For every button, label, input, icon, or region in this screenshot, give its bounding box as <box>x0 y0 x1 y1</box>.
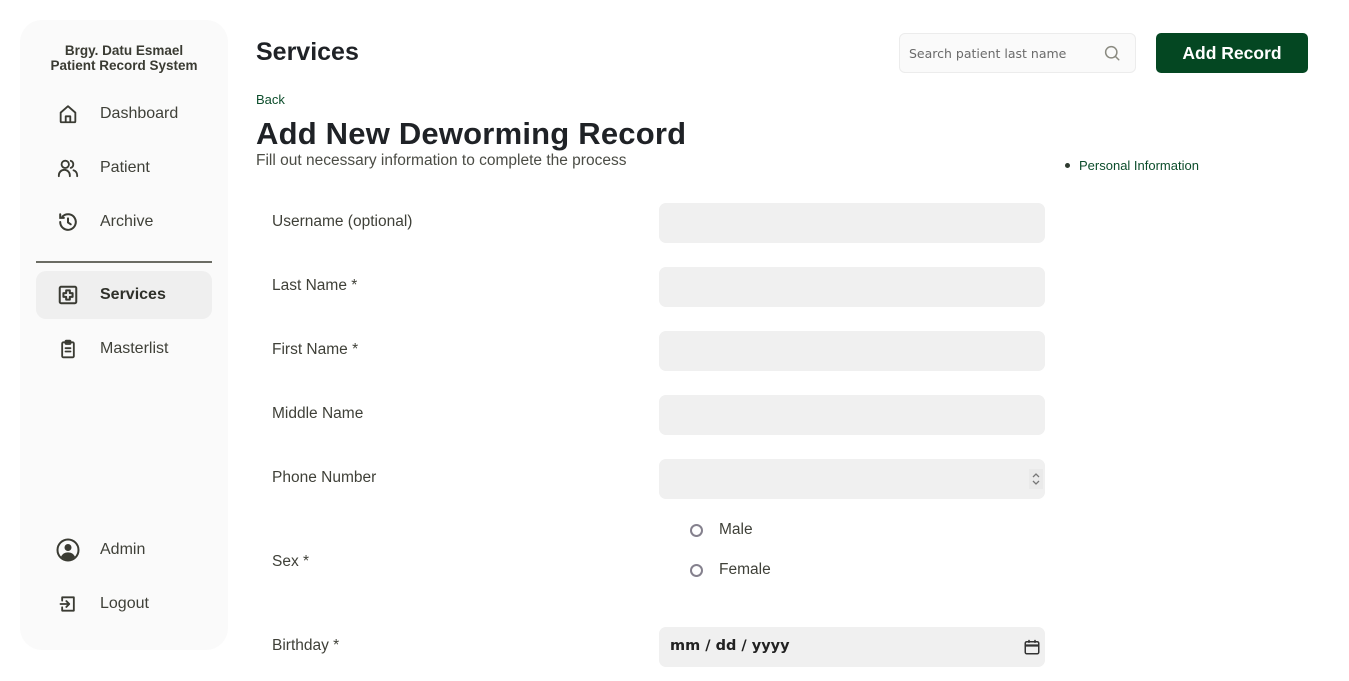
username-label: Username (optional) <box>272 213 413 230</box>
radio-label-male: Male <box>719 521 753 538</box>
number-spinner[interactable] <box>1029 469 1043 489</box>
sidebar-item-label: Services <box>100 286 166 303</box>
sex-option-male[interactable]: Male <box>690 521 753 539</box>
sidebar-item-patient[interactable]: Patient <box>36 144 212 192</box>
middle-name-input[interactable] <box>659 395 1045 435</box>
medical-plus-icon <box>56 283 80 307</box>
phone-number-label: Phone Number <box>272 469 377 486</box>
sidebar-item-label: Masterlist <box>100 340 169 357</box>
logout-icon <box>56 592 80 616</box>
last-name-label: Last Name * <box>272 277 358 294</box>
sidebar-item-label: Logout <box>100 595 149 612</box>
home-icon <box>56 102 80 126</box>
first-name-input[interactable] <box>659 331 1045 371</box>
page-title: Services <box>256 38 359 66</box>
sidebar-divider <box>36 261 212 263</box>
phone-number-input[interactable] <box>659 459 1045 499</box>
brand-line-2: Patient Record System <box>50 58 198 73</box>
middle-name-label: Middle Name <box>272 405 364 422</box>
sidebar-item-services[interactable]: Services <box>36 271 212 319</box>
last-name-input[interactable] <box>659 267 1045 307</box>
history-icon <box>56 210 80 234</box>
radio-female[interactable] <box>690 563 703 577</box>
sidebar-item-admin[interactable]: Admin <box>36 526 212 574</box>
birthday-label: Birthday * <box>272 637 340 654</box>
username-input[interactable] <box>659 203 1045 243</box>
sidebar-item-label: Patient <box>100 159 150 176</box>
users-icon <box>56 156 80 180</box>
search-input[interactable] <box>909 45 1099 61</box>
sidebar-item-masterlist[interactable]: Masterlist <box>36 325 212 373</box>
calendar-icon[interactable] <box>1023 638 1041 661</box>
sidebar-item-label: Admin <box>100 541 146 558</box>
toc-item-personal-information[interactable]: Personal Information <box>1065 158 1199 173</box>
user-circle-icon <box>56 538 80 562</box>
chevron-down-icon <box>1032 480 1040 485</box>
bullet-icon <box>1065 163 1070 168</box>
form-subtitle: Fill out necessary information to comple… <box>256 152 627 169</box>
add-record-button[interactable]: Add Record <box>1156 33 1308 73</box>
sidebar-item-archive[interactable]: Archive <box>36 198 212 246</box>
brand-line-1: Brgy. Datu Esmael <box>64 43 184 58</box>
toc-label: Personal Information <box>1079 158 1199 173</box>
sidebar: Brgy. Datu Esmael Patient Record System … <box>20 20 228 650</box>
sidebar-item-label: Dashboard <box>100 105 179 122</box>
chevron-up-icon <box>1032 473 1040 478</box>
sidebar-item-dashboard[interactable]: Dashboard <box>36 90 212 138</box>
clipboard-icon <box>56 337 80 361</box>
sidebar-item-logout[interactable]: Logout <box>36 580 212 628</box>
sex-label: Sex * <box>272 553 310 570</box>
form-title: Add New Deworming Record <box>256 116 687 151</box>
search-box[interactable] <box>899 33 1136 73</box>
search-icon[interactable] <box>1103 44 1121 67</box>
radio-male[interactable] <box>690 523 703 537</box>
sidebar-item-label: Archive <box>100 213 154 230</box>
back-link[interactable]: Back <box>256 92 285 107</box>
first-name-label: First Name * <box>272 341 359 358</box>
birthday-input[interactable] <box>659 627 1045 667</box>
sex-option-female[interactable]: Female <box>690 561 771 579</box>
radio-label-female: Female <box>719 561 771 578</box>
brand-title: Brgy. Datu Esmael Patient Record System <box>20 43 228 73</box>
